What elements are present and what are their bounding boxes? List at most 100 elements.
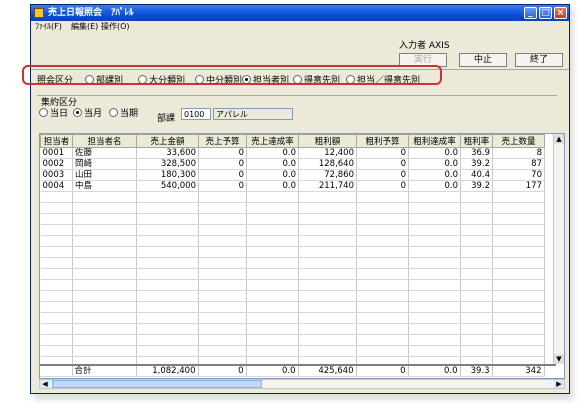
table-row[interactable] bbox=[40, 268, 545, 280]
table-cell bbox=[460, 345, 493, 357]
scroll-thumb[interactable] bbox=[52, 380, 262, 388]
table-row[interactable] bbox=[40, 213, 545, 225]
table-row[interactable] bbox=[40, 301, 545, 313]
col-header[interactable]: 売上予算 bbox=[198, 134, 247, 148]
minimize-icon[interactable]: _ bbox=[524, 7, 537, 19]
table-cell bbox=[246, 268, 299, 280]
table-cell bbox=[408, 279, 461, 291]
horizontal-scrollbar[interactable]: ◀ ▶ bbox=[39, 379, 565, 389]
table-row[interactable] bbox=[40, 235, 545, 247]
table-cell bbox=[246, 202, 299, 214]
total-row: 合計 1,082,400 0 0.0 425,640 0 0.0 39.3 34… bbox=[40, 364, 556, 378]
table-cell bbox=[136, 301, 199, 313]
table-row[interactable] bbox=[40, 279, 545, 291]
table-row[interactable] bbox=[40, 224, 545, 236]
table-cell: 39.2 bbox=[460, 180, 493, 192]
title-bar[interactable]: 売上日報照会 ｱﾊﾟﾚﾙ _ □ × bbox=[31, 5, 569, 21]
radio-period-month[interactable]: 当月 bbox=[73, 108, 102, 120]
total-cell: 39.3 bbox=[460, 366, 493, 377]
table-row[interactable] bbox=[40, 202, 545, 214]
table-row[interactable] bbox=[40, 257, 545, 269]
scroll-up-icon[interactable]: ▲ bbox=[554, 134, 564, 144]
table-row[interactable] bbox=[40, 191, 545, 203]
table-cell bbox=[246, 246, 299, 258]
table-row[interactable]: 0004 中島 540,000 0 0.0 211,740 0 0.0 39.2 177 bbox=[40, 180, 545, 192]
menu-file[interactable]: ﾌｧｲﾙ(F) bbox=[35, 21, 62, 33]
table-cell bbox=[40, 312, 73, 324]
table-cell: 0001 bbox=[40, 147, 73, 159]
table-cell bbox=[492, 268, 545, 280]
table-row[interactable]: 0002 岡崎 328,500 0 0.0 128,640 0 0.0 39.2 87 bbox=[40, 158, 545, 170]
table-cell bbox=[460, 224, 493, 236]
table-cell bbox=[356, 279, 409, 291]
table-cell bbox=[356, 246, 409, 258]
table-cell bbox=[40, 246, 73, 258]
table-cell bbox=[40, 257, 73, 269]
scroll-down-icon[interactable]: ▼ bbox=[554, 354, 564, 364]
table-row[interactable]: 0001 佐藤 33,600 0 0.0 12,400 0 0.0 36.9 8 bbox=[40, 147, 545, 159]
scroll-right-icon[interactable]: ▶ bbox=[554, 380, 564, 388]
table-cell bbox=[40, 323, 73, 335]
col-header[interactable]: 粗利予算 bbox=[356, 134, 409, 148]
table-cell bbox=[356, 213, 409, 225]
table-cell: 0004 bbox=[40, 180, 73, 192]
table-cell bbox=[72, 301, 137, 313]
table-cell: 佐藤 bbox=[72, 147, 137, 159]
table-cell bbox=[356, 323, 409, 335]
col-header[interactable]: 粗利率 bbox=[460, 134, 493, 148]
table-cell bbox=[298, 213, 357, 225]
table-row[interactable] bbox=[40, 345, 545, 357]
table-cell bbox=[408, 290, 461, 302]
table-cell bbox=[408, 257, 461, 269]
table-cell bbox=[246, 224, 299, 236]
table-cell bbox=[356, 224, 409, 236]
maximize-icon[interactable]: □ bbox=[539, 7, 552, 19]
table-cell bbox=[40, 213, 73, 225]
scroll-left-icon[interactable]: ◀ bbox=[40, 380, 50, 388]
table-cell bbox=[492, 257, 545, 269]
table-cell: 0.0 bbox=[246, 158, 299, 170]
menu-operation[interactable]: 操作(O) bbox=[101, 21, 130, 33]
dept-code-input[interactable]: 0100 bbox=[181, 108, 211, 120]
table-cell bbox=[408, 202, 461, 214]
table-cell bbox=[136, 312, 199, 324]
radio-period-term[interactable]: 当期 bbox=[109, 108, 138, 120]
results-table: 担当者 担当者名 売上金額 売上予算 売上達成率 粗利額 粗利予算 粗利達成率 … bbox=[40, 134, 545, 368]
table-cell: 0002 bbox=[40, 158, 73, 170]
table-cell bbox=[246, 323, 299, 335]
col-header[interactable]: 粗利達成率 bbox=[408, 134, 461, 148]
vertical-scrollbar[interactable]: ▲ ▼ bbox=[553, 134, 564, 364]
table-cell: 36.9 bbox=[460, 147, 493, 159]
table-row[interactable]: 0003 山田 180,300 0 0.0 72,860 0 0.0 40.4 70 bbox=[40, 169, 545, 181]
table-cell bbox=[408, 301, 461, 313]
table-row[interactable] bbox=[40, 323, 545, 335]
end-button[interactable]: 終了 bbox=[515, 53, 563, 67]
col-header[interactable]: 担当者名 bbox=[72, 134, 137, 148]
col-header[interactable]: 粗利額 bbox=[298, 134, 357, 148]
table-cell bbox=[40, 202, 73, 214]
table-cell: 0.0 bbox=[246, 147, 299, 159]
table-row[interactable] bbox=[40, 246, 545, 258]
radio-period-day[interactable]: 当日 bbox=[39, 108, 68, 120]
col-header[interactable]: 売上達成率 bbox=[246, 134, 299, 148]
table-cell bbox=[72, 246, 137, 258]
table-cell: 177 bbox=[492, 180, 545, 192]
table-cell bbox=[40, 191, 73, 203]
table-cell bbox=[246, 257, 299, 269]
col-header[interactable]: 担当者 bbox=[40, 134, 73, 148]
table-row[interactable] bbox=[40, 334, 545, 346]
table-cell bbox=[198, 312, 247, 324]
col-header[interactable]: 売上数量 bbox=[492, 134, 545, 148]
table-cell bbox=[198, 345, 247, 357]
table-cell: 0 bbox=[356, 158, 409, 170]
window-title: 売上日報照会 bbox=[48, 8, 103, 18]
close-icon[interactable]: × bbox=[554, 7, 567, 19]
table-cell bbox=[408, 323, 461, 335]
table-cell bbox=[408, 246, 461, 258]
table-row[interactable] bbox=[40, 290, 545, 302]
table-row[interactable] bbox=[40, 312, 545, 324]
table-cell bbox=[298, 312, 357, 324]
menu-edit[interactable]: 編集(E) bbox=[71, 21, 98, 33]
col-header[interactable]: 売上金額 bbox=[136, 134, 199, 148]
stop-button[interactable]: 中止 bbox=[459, 53, 507, 67]
